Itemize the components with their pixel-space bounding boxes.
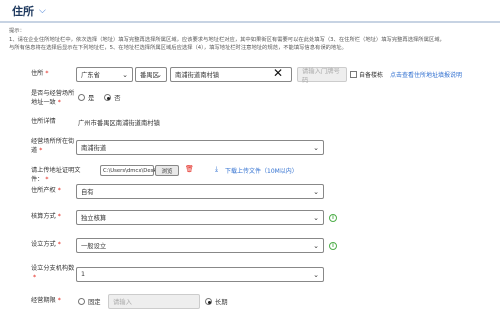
address-detail-value: 广州市番禺区南浦街道南村镇 <box>78 120 160 127</box>
establishment-label: 设立方式 * <box>31 241 61 248</box>
same-address-row: 是否与经营场所地址一致 * 是 否 <box>0 88 500 106</box>
term-years-input[interactable]: 请输入 <box>108 294 200 309</box>
download-link[interactable]: 下载上传文件（10M以内） <box>225 166 298 175</box>
chevron-down-icon: ⌄ <box>313 188 319 196</box>
clear-icon[interactable]: ✕ <box>273 66 283 80</box>
same-address-label: 是否与经营场所地址一致 * <box>31 90 75 106</box>
radio-long-term[interactable]: 长期 <box>205 297 228 306</box>
address-help-link[interactable]: 点击查看住所地址填报说明 <box>390 70 462 79</box>
checkbox-icon[interactable] <box>350 71 357 78</box>
delete-icon[interactable]: 🗑 <box>185 165 194 173</box>
chevron-down-icon: ⌄ <box>313 242 319 250</box>
branches-row: 设立分支机构数* 1 ⌄ <box>0 263 500 285</box>
upload-row: 请上传地址证明文件： * C:\Users\dmcx\Desktop\ 浏览 🗑 … <box>0 164 500 183</box>
business-location-select[interactable]: 南浦街道 ⌄ <box>76 140 324 155</box>
district-select[interactable]: 番禺区 ⌄ <box>135 67 167 82</box>
file-path-input[interactable]: C:\Users\dmcx\Desktop\ <box>100 165 167 176</box>
address-label: 住所 * <box>31 70 49 77</box>
establishment-select[interactable]: 一般设立 ⌄ <box>76 238 324 253</box>
self-building-checkbox[interactable]: 自备楼栋 <box>350 70 383 79</box>
branches-label: 设立分支机构数* <box>31 265 75 281</box>
province-select[interactable]: 广东省 ⌄ <box>76 67 133 82</box>
accounting-row: 核算方式 * 独立核算 ⌄ i <box>0 208 500 228</box>
page-title: 住所 <box>12 5 34 18</box>
radio-no[interactable]: 否 <box>104 93 121 102</box>
radio-yes[interactable]: 是 <box>78 93 94 102</box>
chevron-down-icon: ⌄ <box>313 144 319 152</box>
chevron-down-icon: ⌄ <box>313 214 319 222</box>
accounting-select[interactable]: 独立核算 ⌄ <box>76 210 324 225</box>
notes-block: 提示： 1、请在企业住所地址栏中，依次选择（地址）填写完整再选择所属区域，应该要… <box>9 27 491 53</box>
browse-button[interactable]: 浏览 <box>155 165 179 176</box>
download-icon[interactable]: ⤓ <box>215 165 218 174</box>
chevron-down-icon: ⌄ <box>122 71 128 79</box>
chevron-down-icon: ⌄ <box>156 71 162 79</box>
radio-fixed[interactable]: 固定 <box>78 297 101 306</box>
notes-line: 与所有信息将在选择后显示在下列地址栏，5、在地址栏选择所属区域后应选择（4），填… <box>9 45 347 51</box>
accounting-label: 核算方式 * <box>31 213 61 220</box>
address-detail-row: 住所详情 广州市番禺区南浦街道南村镇 <box>0 117 500 129</box>
info-icon[interactable]: i <box>329 214 337 222</box>
address-row: 住所 * 广东省 ⌄ 番禺区 ⌄ 南浦街道南村镇 ✕ 请输入门牌号码 自备楼栋 点击查… <box>0 66 500 84</box>
address-detail-label: 住所详情 <box>31 118 56 125</box>
info-icon[interactable]: i <box>329 242 337 250</box>
property-row: 住所产权 * 自有 ⌄ <box>0 182 500 202</box>
notes-line: 1、请在企业住所地址栏中，依次选择（地址）填写完整再选择所属区域，应该要求与地址… <box>9 36 445 43</box>
term-row: 经营期限 * 固定 请输入 长期 <box>0 292 500 312</box>
house-number-input[interactable]: 请输入门牌号码 <box>297 67 347 84</box>
chevron-down-icon: ⌄ <box>313 271 319 279</box>
establishment-row: 设立方式 * 一般设立 ⌄ i <box>0 236 500 256</box>
business-location-row: 经营场所所在街道 * 南浦街道 ⌄ <box>0 137 500 157</box>
property-label: 住所产权 * <box>31 187 61 194</box>
chevron-down-icon[interactable]: ⌵ <box>39 6 46 16</box>
branches-select[interactable]: 1 ⌄ <box>76 267 324 282</box>
same-address-options: 是 否 <box>78 93 121 102</box>
property-select[interactable]: 自有 ⌄ <box>76 184 324 199</box>
business-location-label: 经营场所所在街道 * <box>31 138 75 154</box>
term-label: 经营期限 * <box>31 297 61 304</box>
section-header: 住所 ⌵ <box>12 0 46 22</box>
header-divider <box>0 21 500 23</box>
notes-line: 提示： <box>9 28 25 34</box>
